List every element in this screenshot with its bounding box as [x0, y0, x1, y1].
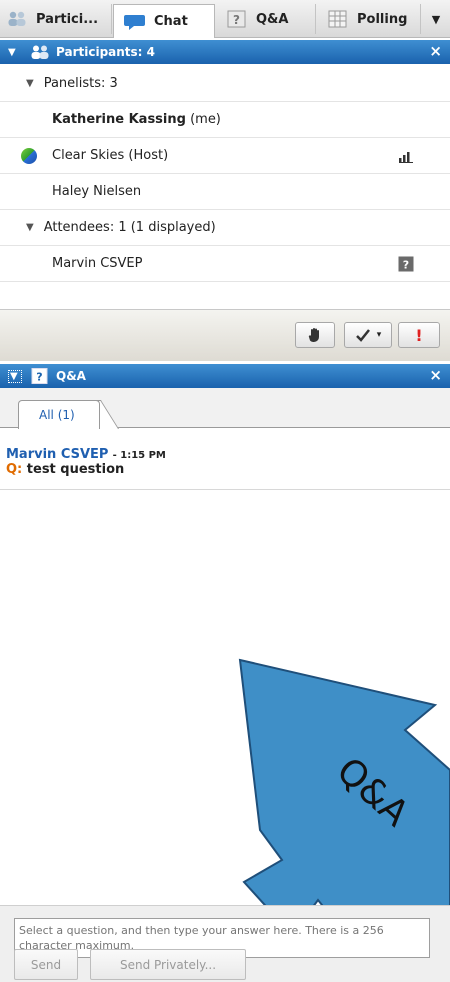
expand-triangle-icon[interactable]: ▼ [26, 222, 34, 233]
qa-tab-strip: All (1) [0, 388, 450, 429]
send-privately-button[interactable]: Send Privately... [90, 949, 246, 980]
hand-icon [308, 328, 319, 342]
raise-hand-button[interactable] [295, 322, 335, 348]
collapse-triangle-icon[interactable]: ▼ [8, 47, 22, 58]
chevron-down-icon: ▾ [376, 330, 382, 340]
chevron-down-icon: ▼ [431, 12, 441, 26]
expand-triangle-icon[interactable]: ▼ [26, 78, 34, 89]
svg-text:?: ? [36, 371, 42, 384]
participants-panel-header[interactable]: ▼ Participants: 4 × [0, 40, 450, 64]
alert-button[interactable]: ! [398, 322, 440, 348]
qa-answer-area: Send Send Privately... [0, 905, 450, 982]
tab-polling-label: Polling [357, 11, 408, 27]
send-button[interactable]: Send [14, 949, 78, 980]
participant-name: Marvin CSVEP [52, 256, 143, 271]
panelists-group-label: Panelists: 3 [43, 76, 118, 91]
participant-row[interactable]: Katherine Kassing (me) [0, 102, 450, 138]
close-icon[interactable]: × [429, 42, 442, 60]
participant-name: Clear Skies (Host) [52, 148, 169, 163]
svg-text:?: ? [403, 259, 409, 272]
qa-question-text: test question [26, 462, 125, 477]
qa-time: 1:15 PM [120, 450, 166, 461]
tab-chat-label: Chat [154, 14, 188, 29]
tab-qa[interactable]: ? Q&A [216, 4, 316, 34]
qa-panel-header[interactable]: ▼ ? Q&A × [0, 364, 450, 388]
panelists-group-row[interactable]: ▼ Panelists: 3 [0, 66, 450, 102]
send-privately-button-label: Send Privately... [119, 957, 217, 972]
attendees-group-label: Attendees: 1 (1 displayed) [43, 220, 216, 235]
assign-privileges-button[interactable]: ▾ [344, 322, 392, 348]
question-icon: ? [31, 368, 48, 384]
participant-name: Haley Nielsen [52, 184, 142, 199]
qa-author: Marvin CSVEP [6, 447, 109, 462]
svg-text:?: ? [233, 13, 240, 27]
participant-row[interactable]: Marvin CSVEP ? [0, 246, 450, 282]
attendees-group-row[interactable]: ▼ Attendees: 1 (1 displayed) [0, 210, 450, 246]
qa-question-item[interactable]: Marvin CSVEP - 1:15 PM Q: test question [0, 428, 450, 490]
participant-row[interactable]: Clear Skies (Host) [0, 138, 450, 174]
tab-qa-label: Q&A [256, 11, 289, 27]
signal-bars-icon [399, 152, 413, 163]
tab-participants[interactable]: Partici... [6, 4, 112, 34]
participants-icon [8, 11, 26, 26]
participants-toolbar: ▾ ! [0, 309, 450, 361]
question-status-icon: ? [398, 256, 414, 272]
qa-tab-all-label: All (1) [39, 408, 75, 422]
tab-overflow-menu[interactable]: ▼ [422, 4, 450, 34]
participant-row[interactable]: Haley Nielsen [0, 174, 450, 210]
exclamation-icon: ! [415, 325, 423, 345]
participants-panel-title: Participants: 4 [56, 45, 155, 59]
qa-tab-all[interactable]: All (1) [18, 400, 100, 429]
host-globe-icon [21, 148, 37, 164]
panel-tab-bar: Partici... Chat ? Q&A Polling ▼ [0, 0, 450, 38]
polling-grid-icon [328, 10, 347, 28]
participants-icon [31, 45, 49, 59]
qa-question-label: Q: [6, 462, 23, 477]
qa-panel-title: Q&A [56, 369, 86, 383]
checkmark-icon [355, 329, 370, 342]
question-icon: ? [227, 10, 246, 28]
send-button-label: Send [30, 957, 62, 972]
chat-bubble-icon [124, 14, 145, 30]
collapse-triangle-icon[interactable]: ▼ [8, 369, 22, 383]
tab-chat[interactable]: Chat [113, 4, 215, 38]
participant-name: Katherine Kassing (me) [52, 112, 221, 127]
annotation-label: Q&A [328, 750, 417, 835]
tab-polling[interactable]: Polling [317, 4, 421, 34]
annotation-arrow [238, 658, 450, 940]
tab-participants-label: Partici... [36, 11, 99, 27]
close-icon[interactable]: × [429, 366, 442, 384]
